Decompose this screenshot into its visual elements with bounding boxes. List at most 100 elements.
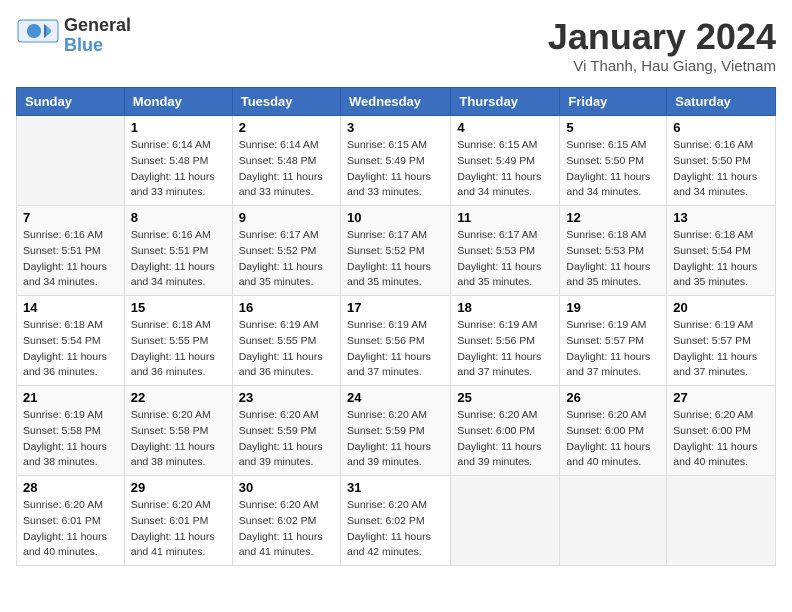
header-cell-saturday: Saturday <box>667 88 776 116</box>
day-number: 23 <box>239 390 334 405</box>
calendar-cell: 11 Sunrise: 6:17 AM Sunset: 5:53 PM Dayli… <box>451 206 560 296</box>
day-number: 7 <box>23 210 118 225</box>
day-number: 5 <box>566 120 660 135</box>
calendar-cell: 19 Sunrise: 6:19 AM Sunset: 5:57 PM Dayli… <box>560 296 667 386</box>
header-cell-thursday: Thursday <box>451 88 560 116</box>
day-number: 4 <box>457 120 553 135</box>
day-number: 6 <box>673 120 769 135</box>
calendar-cell: 16Sunrise: 6:19 AM Sunset: 5:55 PM Dayli… <box>232 296 340 386</box>
calendar-cell <box>560 476 667 566</box>
calendar-cell: 3Sunrise: 6:15 AM Sunset: 5:49 PM Daylig… <box>340 116 450 206</box>
calendar-cell: 12Sunrise: 6:18 AM Sunset: 5:53 PM Dayli… <box>560 206 667 296</box>
day-info: Sunrise: 6:20 AM Sunset: 5:58 PM Dayligh… <box>131 408 226 471</box>
day-number: 20 <box>673 300 769 315</box>
day-number: 18 <box>457 300 553 315</box>
page-header: General Blue January 2024 Vi Thanh, Hau … <box>16 16 776 75</box>
day-info: Sunrise: 6:16 AM Sunset: 5:50 PM Dayligh… <box>673 138 769 201</box>
day-number: 28 <box>23 480 118 495</box>
calendar-cell: 5 Sunrise: 6:15 AM Sunset: 5:50 PM Daylig… <box>560 116 667 206</box>
day-info: Sunrise: 6:16 AM Sunset: 5:51 PM Dayligh… <box>23 228 118 291</box>
day-info: Sunrise: 6:14 AM Sunset: 5:48 PM Dayligh… <box>239 138 334 201</box>
header-cell-friday: Friday <box>560 88 667 116</box>
calendar-cell: 28 Sunrise: 6:20 AM Sunset: 6:01 PM Dayli… <box>17 476 125 566</box>
calendar-cell: 17Sunrise: 6:19 AM Sunset: 5:56 PM Dayli… <box>340 296 450 386</box>
calendar-cell: 29 Sunrise: 6:20 AM Sunset: 6:01 PM Dayli… <box>124 476 232 566</box>
day-number: 14 <box>23 300 118 315</box>
day-number: 16 <box>239 300 334 315</box>
day-info: Sunrise: 6:15 AM Sunset: 5:49 PM Dayligh… <box>457 138 553 201</box>
calendar-body: 1Sunrise: 6:14 AM Sunset: 5:48 PM Daylig… <box>17 116 776 566</box>
day-number: 29 <box>131 480 226 495</box>
day-info: Sunrise: 6:19 AM Sunset: 5:58 PM Dayligh… <box>23 408 118 471</box>
day-number: 8 <box>131 210 226 225</box>
day-number: 2 <box>239 120 334 135</box>
calendar-cell: 1Sunrise: 6:14 AM Sunset: 5:48 PM Daylig… <box>124 116 232 206</box>
day-info: Sunrise: 6:17 AM Sunset: 5:52 PM Dayligh… <box>347 228 444 291</box>
calendar-cell: 2 Sunrise: 6:14 AM Sunset: 5:48 PM Daylig… <box>232 116 340 206</box>
day-number: 13 <box>673 210 769 225</box>
day-info: Sunrise: 6:14 AM Sunset: 5:48 PM Dayligh… <box>131 138 226 201</box>
day-info: Sunrise: 6:18 AM Sunset: 5:55 PM Dayligh… <box>131 318 226 381</box>
logo-icon <box>16 18 60 54</box>
header-cell-wednesday: Wednesday <box>340 88 450 116</box>
week-row-2: 7 Sunrise: 6:16 AM Sunset: 5:51 PM Daylig… <box>17 206 776 296</box>
day-info: Sunrise: 6:20 AM Sunset: 6:00 PM Dayligh… <box>566 408 660 471</box>
day-number: 24 <box>347 390 444 405</box>
day-info: Sunrise: 6:19 AM Sunset: 5:57 PM Dayligh… <box>673 318 769 381</box>
calendar-cell: 26 Sunrise: 6:20 AM Sunset: 6:00 PM Dayli… <box>560 386 667 476</box>
week-row-4: 21 Sunrise: 6:19 AM Sunset: 5:58 PM Dayli… <box>17 386 776 476</box>
day-number: 21 <box>23 390 118 405</box>
calendar-cell: 8 Sunrise: 6:16 AM Sunset: 5:51 PM Daylig… <box>124 206 232 296</box>
day-info: Sunrise: 6:17 AM Sunset: 5:53 PM Dayligh… <box>457 228 553 291</box>
day-info: Sunrise: 6:20 AM Sunset: 6:02 PM Dayligh… <box>347 498 444 561</box>
header-cell-tuesday: Tuesday <box>232 88 340 116</box>
day-number: 27 <box>673 390 769 405</box>
calendar-header: SundayMondayTuesdayWednesdayThursdayFrid… <box>17 88 776 116</box>
day-info: Sunrise: 6:20 AM Sunset: 5:59 PM Dayligh… <box>347 408 444 471</box>
calendar-cell: 24 Sunrise: 6:20 AM Sunset: 5:59 PM Dayli… <box>340 386 450 476</box>
day-info: Sunrise: 6:20 AM Sunset: 6:01 PM Dayligh… <box>23 498 118 561</box>
calendar-cell: 15 Sunrise: 6:18 AM Sunset: 5:55 PM Dayli… <box>124 296 232 386</box>
day-info: Sunrise: 6:18 AM Sunset: 5:54 PM Dayligh… <box>673 228 769 291</box>
calendar-cell: 7 Sunrise: 6:16 AM Sunset: 5:51 PM Daylig… <box>17 206 125 296</box>
day-info: Sunrise: 6:20 AM Sunset: 5:59 PM Dayligh… <box>239 408 334 471</box>
day-number: 15 <box>131 300 226 315</box>
day-number: 22 <box>131 390 226 405</box>
calendar-cell: 30 Sunrise: 6:20 AM Sunset: 6:02 PM Dayli… <box>232 476 340 566</box>
day-info: Sunrise: 6:20 AM Sunset: 6:02 PM Dayligh… <box>239 498 334 561</box>
calendar-cell: 4 Sunrise: 6:15 AM Sunset: 5:49 PM Daylig… <box>451 116 560 206</box>
month-title: January 2024 <box>548 16 776 58</box>
day-info: Sunrise: 6:15 AM Sunset: 5:50 PM Dayligh… <box>566 138 660 201</box>
calendar-cell: 6 Sunrise: 6:16 AM Sunset: 5:50 PM Daylig… <box>667 116 776 206</box>
calendar-cell: 23 Sunrise: 6:20 AM Sunset: 5:59 PM Dayli… <box>232 386 340 476</box>
day-info: Sunrise: 6:18 AM Sunset: 5:54 PM Dayligh… <box>23 318 118 381</box>
week-row-1: 1Sunrise: 6:14 AM Sunset: 5:48 PM Daylig… <box>17 116 776 206</box>
calendar-cell <box>17 116 125 206</box>
header-cell-sunday: Sunday <box>17 88 125 116</box>
day-number: 30 <box>239 480 334 495</box>
logo-text: General Blue <box>64 16 131 56</box>
day-info: Sunrise: 6:16 AM Sunset: 5:51 PM Dayligh… <box>131 228 226 291</box>
week-row-3: 14 Sunrise: 6:18 AM Sunset: 5:54 PM Dayli… <box>17 296 776 386</box>
title-block: January 2024 Vi Thanh, Hau Giang, Vietna… <box>548 16 776 75</box>
day-number: 11 <box>457 210 553 225</box>
day-number: 17 <box>347 300 444 315</box>
calendar-cell: 18 Sunrise: 6:19 AM Sunset: 5:56 PM Dayli… <box>451 296 560 386</box>
calendar-cell: 20 Sunrise: 6:19 AM Sunset: 5:57 PM Dayli… <box>667 296 776 386</box>
day-info: Sunrise: 6:20 AM Sunset: 6:01 PM Dayligh… <box>131 498 226 561</box>
calendar-cell: 27 Sunrise: 6:20 AM Sunset: 6:00 PM Dayli… <box>667 386 776 476</box>
day-info: Sunrise: 6:20 AM Sunset: 6:00 PM Dayligh… <box>673 408 769 471</box>
day-info: Sunrise: 6:19 AM Sunset: 5:56 PM Dayligh… <box>457 318 553 381</box>
day-number: 19 <box>566 300 660 315</box>
calendar-cell: 9Sunrise: 6:17 AM Sunset: 5:52 PM Daylig… <box>232 206 340 296</box>
logo-general-text: General <box>64 16 131 36</box>
day-number: 26 <box>566 390 660 405</box>
day-info: Sunrise: 6:17 AM Sunset: 5:52 PM Dayligh… <box>239 228 334 291</box>
calendar-cell: 14 Sunrise: 6:18 AM Sunset: 5:54 PM Dayli… <box>17 296 125 386</box>
logo-blue-text: Blue <box>64 36 131 56</box>
calendar-cell: 13 Sunrise: 6:18 AM Sunset: 5:54 PM Dayli… <box>667 206 776 296</box>
day-info: Sunrise: 6:19 AM Sunset: 5:57 PM Dayligh… <box>566 318 660 381</box>
calendar-cell: 25Sunrise: 6:20 AM Sunset: 6:00 PM Dayli… <box>451 386 560 476</box>
week-row-5: 28 Sunrise: 6:20 AM Sunset: 6:01 PM Dayli… <box>17 476 776 566</box>
logo: General Blue <box>16 16 131 56</box>
